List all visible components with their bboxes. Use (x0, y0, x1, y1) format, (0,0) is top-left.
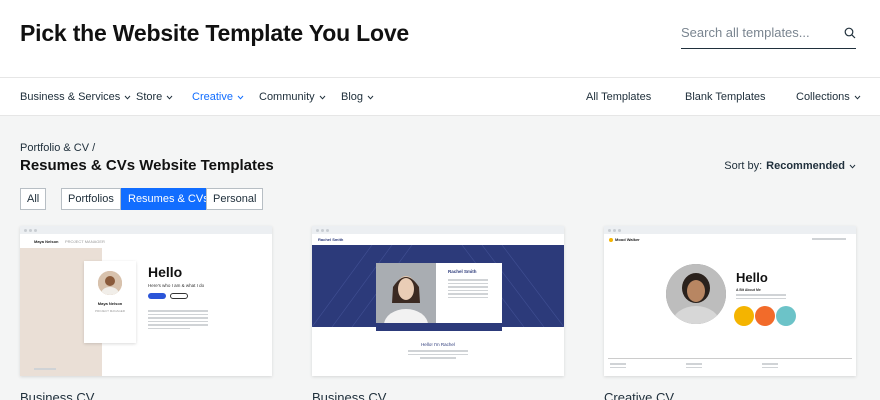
preview-footer-lines (610, 363, 626, 370)
template-card-creative-cv[interactable]: Mood Walker Hello A Bit About Me (604, 226, 856, 376)
template-card-business-cv-1[interactable]: Maya Nelson PROJECT MANAGER Maya Nelson … (20, 226, 272, 376)
nav-label: Business & Services (20, 91, 121, 103)
preview-photo (376, 263, 436, 341)
template-name[interactable]: Creative CV (604, 390, 674, 400)
preview-social-bar (376, 323, 502, 331)
preview-divider (608, 358, 852, 359)
preview-footer-lines (762, 363, 778, 370)
preview-circle-yellow (734, 306, 754, 326)
nav-item-store[interactable]: Store (136, 91, 173, 103)
preview-button (170, 293, 188, 299)
chevron-down-icon (237, 95, 244, 100)
chevron-down-icon (124, 95, 131, 100)
section-title: Resumes & CVs Website Templates (20, 157, 274, 174)
preview-brand: Maya Nelson (34, 239, 59, 244)
filter-all[interactable]: All (20, 188, 47, 210)
chevron-down-icon (319, 95, 325, 100)
preview-profile-card: Rachel Smith (376, 263, 502, 341)
sort-label: Sort by: (724, 160, 763, 172)
preview-person-name: Rachel Smith (448, 269, 477, 274)
preview-person-role: PROJECT MANAGER (95, 309, 125, 313)
nav-item-collections[interactable]: Collections (796, 91, 861, 103)
browser-bar (20, 226, 272, 234)
breadcrumb[interactable]: Portfolio & CV / (20, 142, 95, 154)
chevron-down-icon (367, 95, 374, 100)
template-name[interactable]: Business CV (20, 390, 94, 400)
chevron-down-icon (849, 164, 856, 169)
preview-text-lines (736, 294, 786, 301)
page-title: Pick the Website Template You Love (20, 20, 409, 46)
preview-text-lines (448, 279, 488, 300)
search-input[interactable] (681, 25, 831, 40)
preview-tagline: Here's who I am & what I do (148, 283, 205, 288)
browser-bar (604, 226, 856, 234)
nav-label: Blog (341, 91, 364, 103)
search-box[interactable] (681, 22, 856, 49)
nav-item-creative[interactable]: Creative (192, 91, 244, 103)
filter-personal[interactable]: Personal (206, 188, 264, 210)
preview-brand: Mood Walker (615, 237, 640, 242)
nav-item-community[interactable]: Community (259, 91, 326, 103)
nav-item-blog[interactable]: Blog (341, 91, 374, 103)
preview-circle-teal (776, 306, 796, 326)
preview-footer-lines (686, 363, 702, 370)
chevron-down-icon (854, 95, 861, 100)
avatar (98, 271, 122, 295)
nav-label: All Templates (586, 91, 652, 103)
chevron-down-icon (166, 95, 173, 100)
nav-label: Community (259, 91, 315, 103)
preview-hello: Hello (148, 264, 183, 280)
preview-logo-dot (609, 238, 613, 242)
preview-sub: A Bit About Me (736, 288, 761, 292)
browser-bar (312, 226, 564, 234)
filter-portfolios[interactable]: Portfolios (61, 188, 121, 210)
preview-text-lines (148, 310, 208, 331)
nav-label: Blank Templates (685, 91, 766, 103)
preview-person-name: Maya Nelson (97, 301, 123, 306)
search-icon[interactable] (844, 27, 856, 39)
preview-button (148, 293, 166, 299)
preview-hello: Hello! I'm Rachel (421, 342, 455, 347)
nav-label: Store (136, 91, 163, 103)
nav-item-all-templates[interactable]: All Templates (586, 91, 651, 103)
preview-profile-card: Maya Nelson PROJECT MANAGER (84, 261, 136, 343)
nav-label: Collections (796, 91, 850, 103)
nav-item-business-services[interactable]: Business & Services (20, 91, 131, 103)
preview-nav-lines (812, 238, 846, 242)
sort-value: Recommended (766, 160, 845, 172)
page-header: Pick the Website Template You Love (0, 0, 880, 78)
template-card-business-cv-2[interactable]: Rachel Smith Rachel Smith Hello! I'm Rac… (312, 226, 564, 376)
preview-brand-sub: PROJECT MANAGER (65, 239, 105, 244)
preview-brand: Rachel Smith (318, 237, 344, 242)
nav-item-blank-templates[interactable]: Blank Templates (685, 91, 766, 103)
nav-label: Creative (192, 91, 233, 103)
preview-circle-orange (755, 306, 775, 326)
filter-resumes-cvs[interactable]: Resumes & CVs (121, 188, 216, 210)
sort-dropdown[interactable]: Sort by: Recommended (724, 160, 856, 172)
preview-hello: Hello (736, 270, 768, 285)
template-name[interactable]: Business CV (312, 390, 386, 400)
preview-text-lines (408, 350, 468, 361)
avatar (666, 264, 726, 324)
category-nav: Business & Services Store Creative Commu… (0, 78, 880, 116)
preview-footer-lines (34, 368, 56, 372)
